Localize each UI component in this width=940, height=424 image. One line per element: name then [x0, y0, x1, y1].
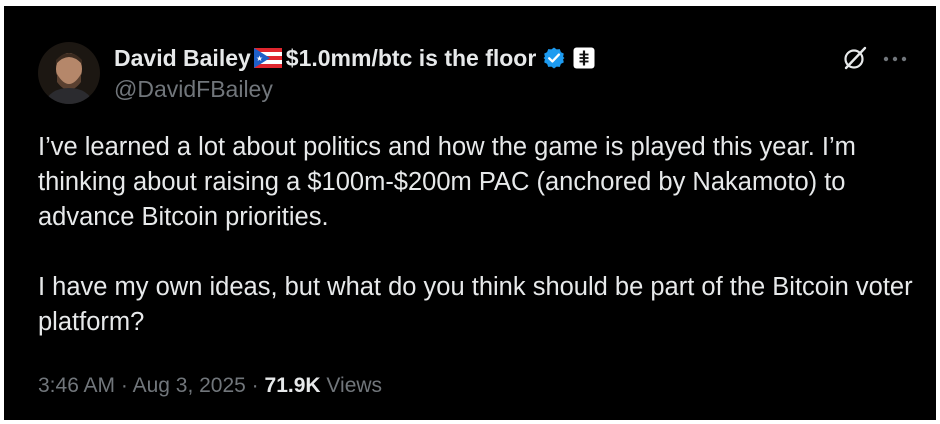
author-handle[interactable]: @DavidFBailey: [114, 76, 595, 103]
tweet-card: David Bailey $1.0mm/btc is the floor @Da…: [4, 6, 936, 420]
affiliate-badge-icon[interactable]: [573, 47, 595, 69]
tweet-date[interactable]: Aug 3, 2025: [133, 374, 246, 397]
meta-separator: ·: [115, 374, 133, 397]
author-name-line: David Bailey $1.0mm/btc is the floor: [114, 42, 595, 74]
more-options-icon[interactable]: [881, 49, 909, 69]
verified-badge-icon[interactable]: [542, 46, 566, 70]
views-count[interactable]: 71.9K: [265, 374, 321, 397]
views-label: Views: [320, 374, 383, 397]
avatar[interactable]: [38, 42, 100, 104]
tweet-time[interactable]: 3:46 AM: [38, 374, 115, 397]
author-display-name[interactable]: David Bailey: [114, 45, 251, 72]
tweet-meta: 3:46 AM · Aug 3, 2025 · 71.9K Views: [38, 374, 382, 398]
meta-separator: ·: [245, 374, 265, 397]
grok-icon[interactable]: [842, 45, 868, 71]
author-header: David Bailey $1.0mm/btc is the floor @Da…: [114, 42, 595, 103]
tweet-paragraph: I’ve learned a lot about politics and ho…: [38, 133, 856, 231]
puerto-rico-flag-icon: [253, 48, 282, 68]
tweet-paragraph: I have my own ideas, but what do you thi…: [38, 273, 913, 336]
avatar-image: [38, 42, 100, 104]
author-name-suffix[interactable]: $1.0mm/btc is the floor: [286, 45, 537, 72]
tweet-text: I’ve learned a lot about politics and ho…: [38, 130, 918, 340]
